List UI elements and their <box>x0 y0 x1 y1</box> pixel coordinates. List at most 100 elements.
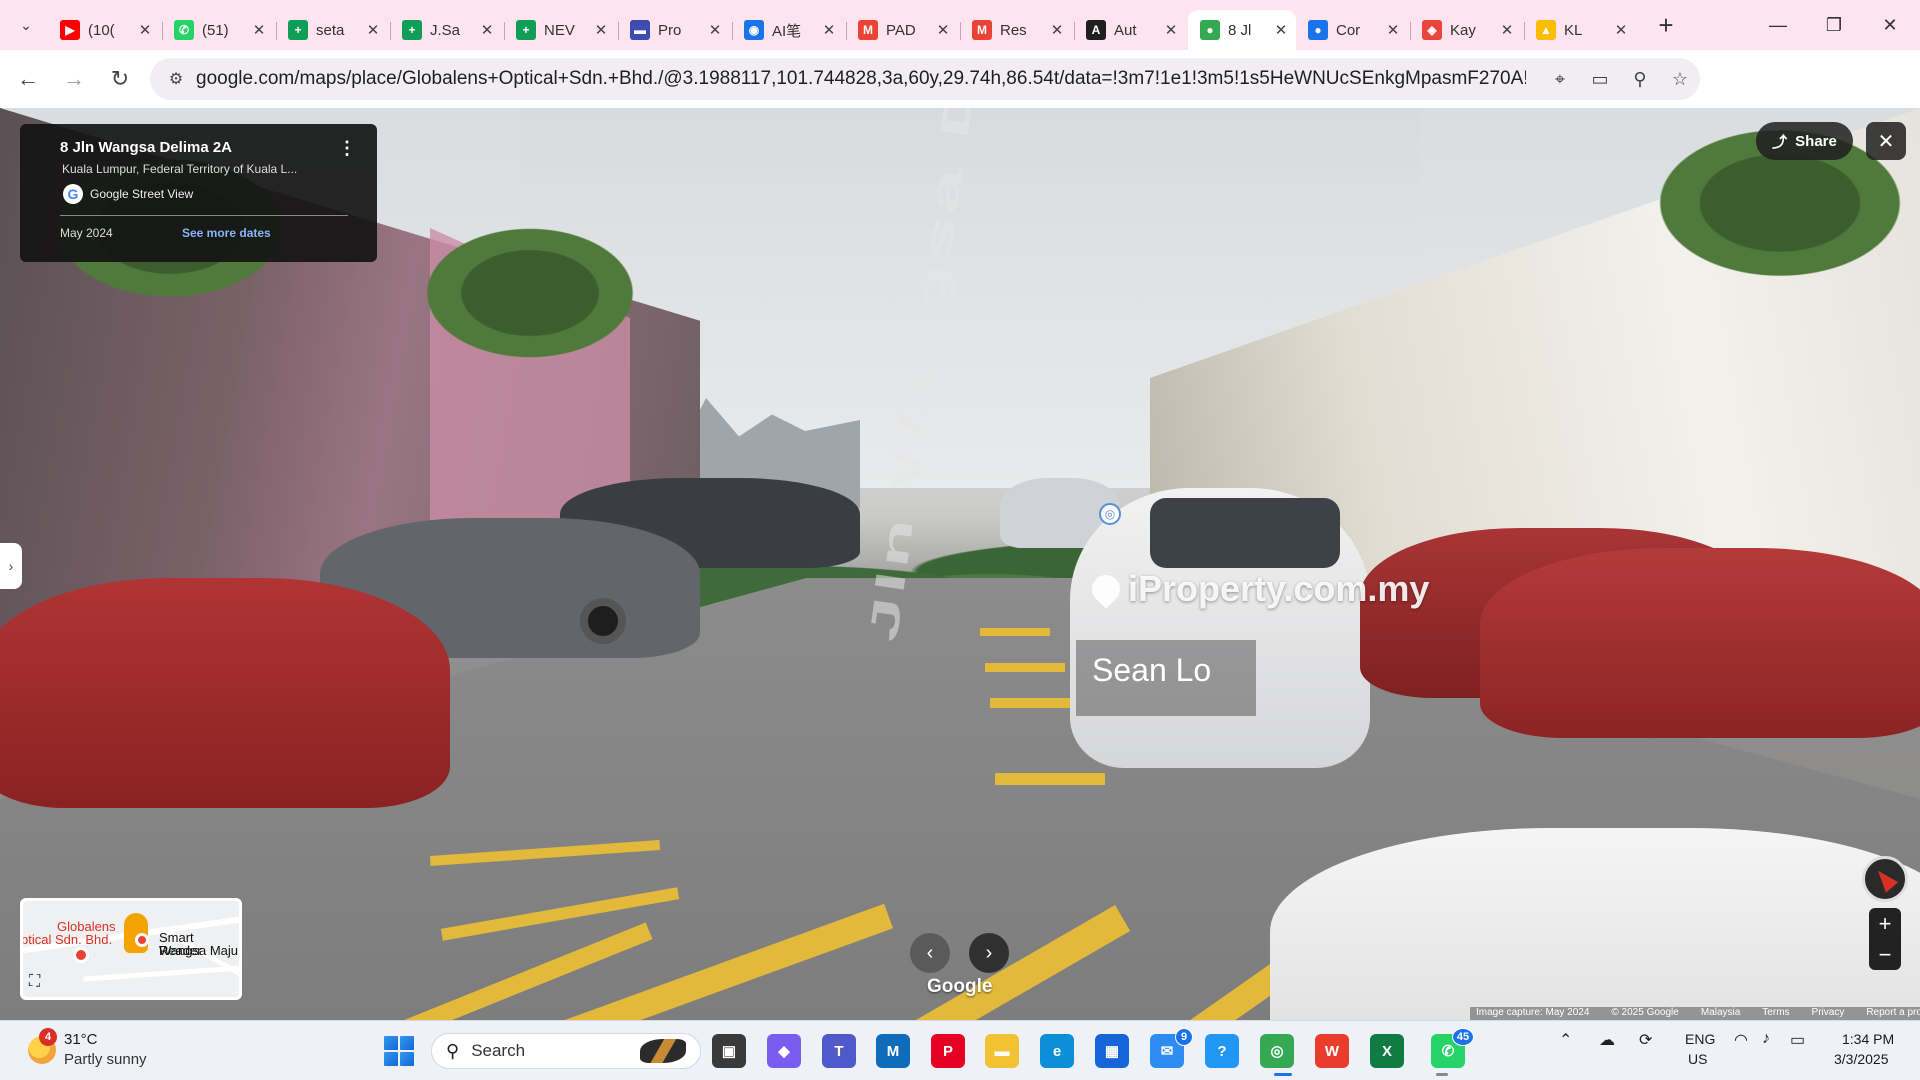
browser-tab[interactable]: ◈ Kay ✕ <box>1410 10 1524 50</box>
close-tab-icon[interactable]: ✕ <box>1048 21 1066 39</box>
task-view-icon[interactable]: ▣ <box>712 1034 746 1068</box>
weather-temperature[interactable]: 31°C <box>64 1031 98 1048</box>
whatsapp-badge: 45 <box>1452 1028 1474 1046</box>
previous-image-button[interactable]: ‹ <box>910 933 950 973</box>
language-indicator[interactable]: ENG <box>1685 1031 1715 1047</box>
file-explorer-icon[interactable]: ▬ <box>985 1034 1019 1068</box>
gmail-icon: M <box>858 20 878 40</box>
clock-time[interactable]: 1:34 PM <box>1842 1031 1894 1047</box>
chrome-icon[interactable]: ◎ <box>1260 1034 1294 1068</box>
pinterest-icon[interactable]: P <box>931 1034 965 1068</box>
edge-icon[interactable]: e <box>1040 1034 1074 1068</box>
plus-icon: + <box>1658 9 1674 40</box>
tab-title: Cor <box>1336 21 1361 39</box>
wifi-icon[interactable]: ◠ <box>1734 1030 1748 1050</box>
language-region[interactable]: US <box>1688 1051 1707 1067</box>
minimize-button[interactable]: — <box>1750 0 1806 50</box>
anthropic-icon: A <box>1086 20 1106 40</box>
chevron-up-icon[interactable]: ⌃ <box>1559 1030 1572 1050</box>
more-options-icon[interactable]: ⋮ <box>338 138 356 159</box>
browser-tab[interactable]: ▲ KL ✕ <box>1524 10 1638 50</box>
map-pin-icon[interactable] <box>73 947 89 963</box>
browser-tab[interactable]: M Res ✕ <box>960 10 1074 50</box>
excel-icon[interactable]: X <box>1370 1034 1404 1068</box>
browser-tab[interactable]: + seta ✕ <box>276 10 390 50</box>
close-street-view-button[interactable]: ✕ <box>1866 122 1906 160</box>
reload-button[interactable]: ↻ <box>100 59 140 99</box>
browser-tab[interactable]: ● Cor ✕ <box>1296 10 1410 50</box>
forward-button[interactable]: → <box>54 59 94 99</box>
privacy-link[interactable]: Privacy <box>1812 1007 1845 1020</box>
close-tab-icon[interactable]: ✕ <box>1498 21 1516 39</box>
browser-tab[interactable]: ▬ Pro ✕ <box>618 10 732 50</box>
onedrive-icon[interactable]: ☁ <box>1599 1030 1615 1050</box>
store-icon[interactable]: ▦ <box>1095 1034 1129 1068</box>
map-road <box>83 965 239 982</box>
map-pin-icon[interactable] <box>135 933 149 947</box>
m365-icon[interactable]: M <box>876 1034 910 1068</box>
restore-button[interactable]: ❐ <box>1806 0 1862 50</box>
teams-icon[interactable]: T <box>822 1034 856 1068</box>
terms-link[interactable]: Terms <box>1762 1007 1789 1020</box>
battery-icon[interactable]: ▭ <box>1790 1030 1805 1050</box>
close-tab-icon[interactable]: ✕ <box>364 21 382 39</box>
tab-title: Res <box>1000 21 1027 39</box>
close-tab-icon[interactable]: ✕ <box>934 21 952 39</box>
close-tab-icon[interactable]: ✕ <box>478 21 496 39</box>
map-label-wangsa-maju: Wangsa Maju <box>159 943 238 958</box>
zoom-in-button[interactable]: + <box>1869 908 1901 939</box>
sheets-icon: + <box>288 20 308 40</box>
close-tab-icon[interactable]: ✕ <box>136 21 154 39</box>
expand-map-icon[interactable]: ⛶ <box>29 973 40 991</box>
browser-tab[interactable]: ✆ (51) ✕ <box>162 10 276 50</box>
expand-side-panel-button[interactable]: › <box>0 543 22 589</box>
clock-date[interactable]: 3/3/2025 <box>1834 1051 1889 1067</box>
zoom-out-button[interactable]: − <box>1869 939 1901 970</box>
mini-map[interactable]: Globalens ptical Sdn. Bhd. Smart Reader … <box>20 898 242 1000</box>
browser-tab[interactable]: + J.Sa ✕ <box>390 10 504 50</box>
next-image-button[interactable]: › <box>969 933 1009 973</box>
place-marker-icon[interactable]: ◎ <box>1099 503 1121 525</box>
report-problem-link[interactable]: Report a problem <box>1866 1007 1920 1020</box>
location-icon[interactable]: ⌖ <box>1540 69 1580 90</box>
zoom-icon[interactable]: ⚲ <box>1620 69 1660 90</box>
browser-tab[interactable]: M PAD ✕ <box>846 10 960 50</box>
share-button[interactable]: ⤴ Share <box>1756 122 1853 160</box>
browser-tab[interactable]: ◉ AI笔 ✕ <box>732 10 846 50</box>
browser-tab[interactable]: A Aut ✕ <box>1074 10 1188 50</box>
close-tab-icon[interactable]: ✕ <box>1384 21 1402 39</box>
windows-start-button[interactable] <box>384 1036 414 1066</box>
volume-icon[interactable]: ♪ <box>1762 1030 1770 1048</box>
taskbar-search[interactable]: ⚲ Search <box>431 1033 701 1069</box>
back-button[interactable]: ← <box>8 59 48 99</box>
sync-icon[interactable]: ⟳ <box>1639 1030 1652 1050</box>
white-car-foreground <box>1270 828 1920 1020</box>
close-window-button[interactable]: ✕ <box>1862 0 1918 50</box>
close-tab-icon[interactable]: ✕ <box>1612 21 1630 39</box>
close-tab-icon[interactable]: ✕ <box>592 21 610 39</box>
tab-list: ▶ (10(✕ ✆ (51) ✕ + seta ✕ + J.Sa ✕ + NEV ✕ ▬ Pro ✕ ◉ AI笔 ✕ M… <box>48 0 1638 50</box>
close-tab-icon[interactable]: ✕ <box>706 21 724 39</box>
phone-link-icon[interactable]: ? <box>1205 1034 1239 1068</box>
new-tab-button[interactable]: + <box>1648 7 1684 43</box>
country-link[interactable]: Malaysia <box>1701 1007 1740 1020</box>
close-tab-icon[interactable]: ✕ <box>1274 21 1288 39</box>
close-tab-icon[interactable]: ✕ <box>250 21 268 39</box>
close-tab-icon[interactable]: ✕ <box>1162 21 1180 39</box>
address-bar[interactable]: ⚙ google.com/maps/place/Globalens+Optica… <box>150 58 1700 100</box>
close-tab-icon[interactable]: ✕ <box>820 21 838 39</box>
site-info-icon[interactable]: ⚙ <box>156 69 196 89</box>
wps-icon[interactable]: W <box>1315 1034 1349 1068</box>
browser-tab[interactable]: ● 8 Jl ✕ <box>1188 10 1296 50</box>
see-more-dates-link[interactable]: See more dates <box>182 226 271 240</box>
tab-search-button[interactable]: ⌄ <box>8 7 44 43</box>
browser-tab[interactable]: + NEV ✕ <box>504 10 618 50</box>
compass-button[interactable] <box>1862 856 1908 902</box>
copilot-icon[interactable]: ◆ <box>767 1034 801 1068</box>
bookmark-star-icon[interactable]: ☆ <box>1660 69 1700 90</box>
install-app-icon[interactable]: ▭ <box>1580 69 1620 90</box>
maps-pin-icon: ● <box>1308 20 1328 40</box>
browser-tab[interactable]: ▶ (10(✕ <box>48 10 162 50</box>
weather-description[interactable]: Partly sunny <box>64 1051 147 1068</box>
url-text[interactable]: google.com/maps/place/Globalens+Optical+… <box>196 68 1526 90</box>
